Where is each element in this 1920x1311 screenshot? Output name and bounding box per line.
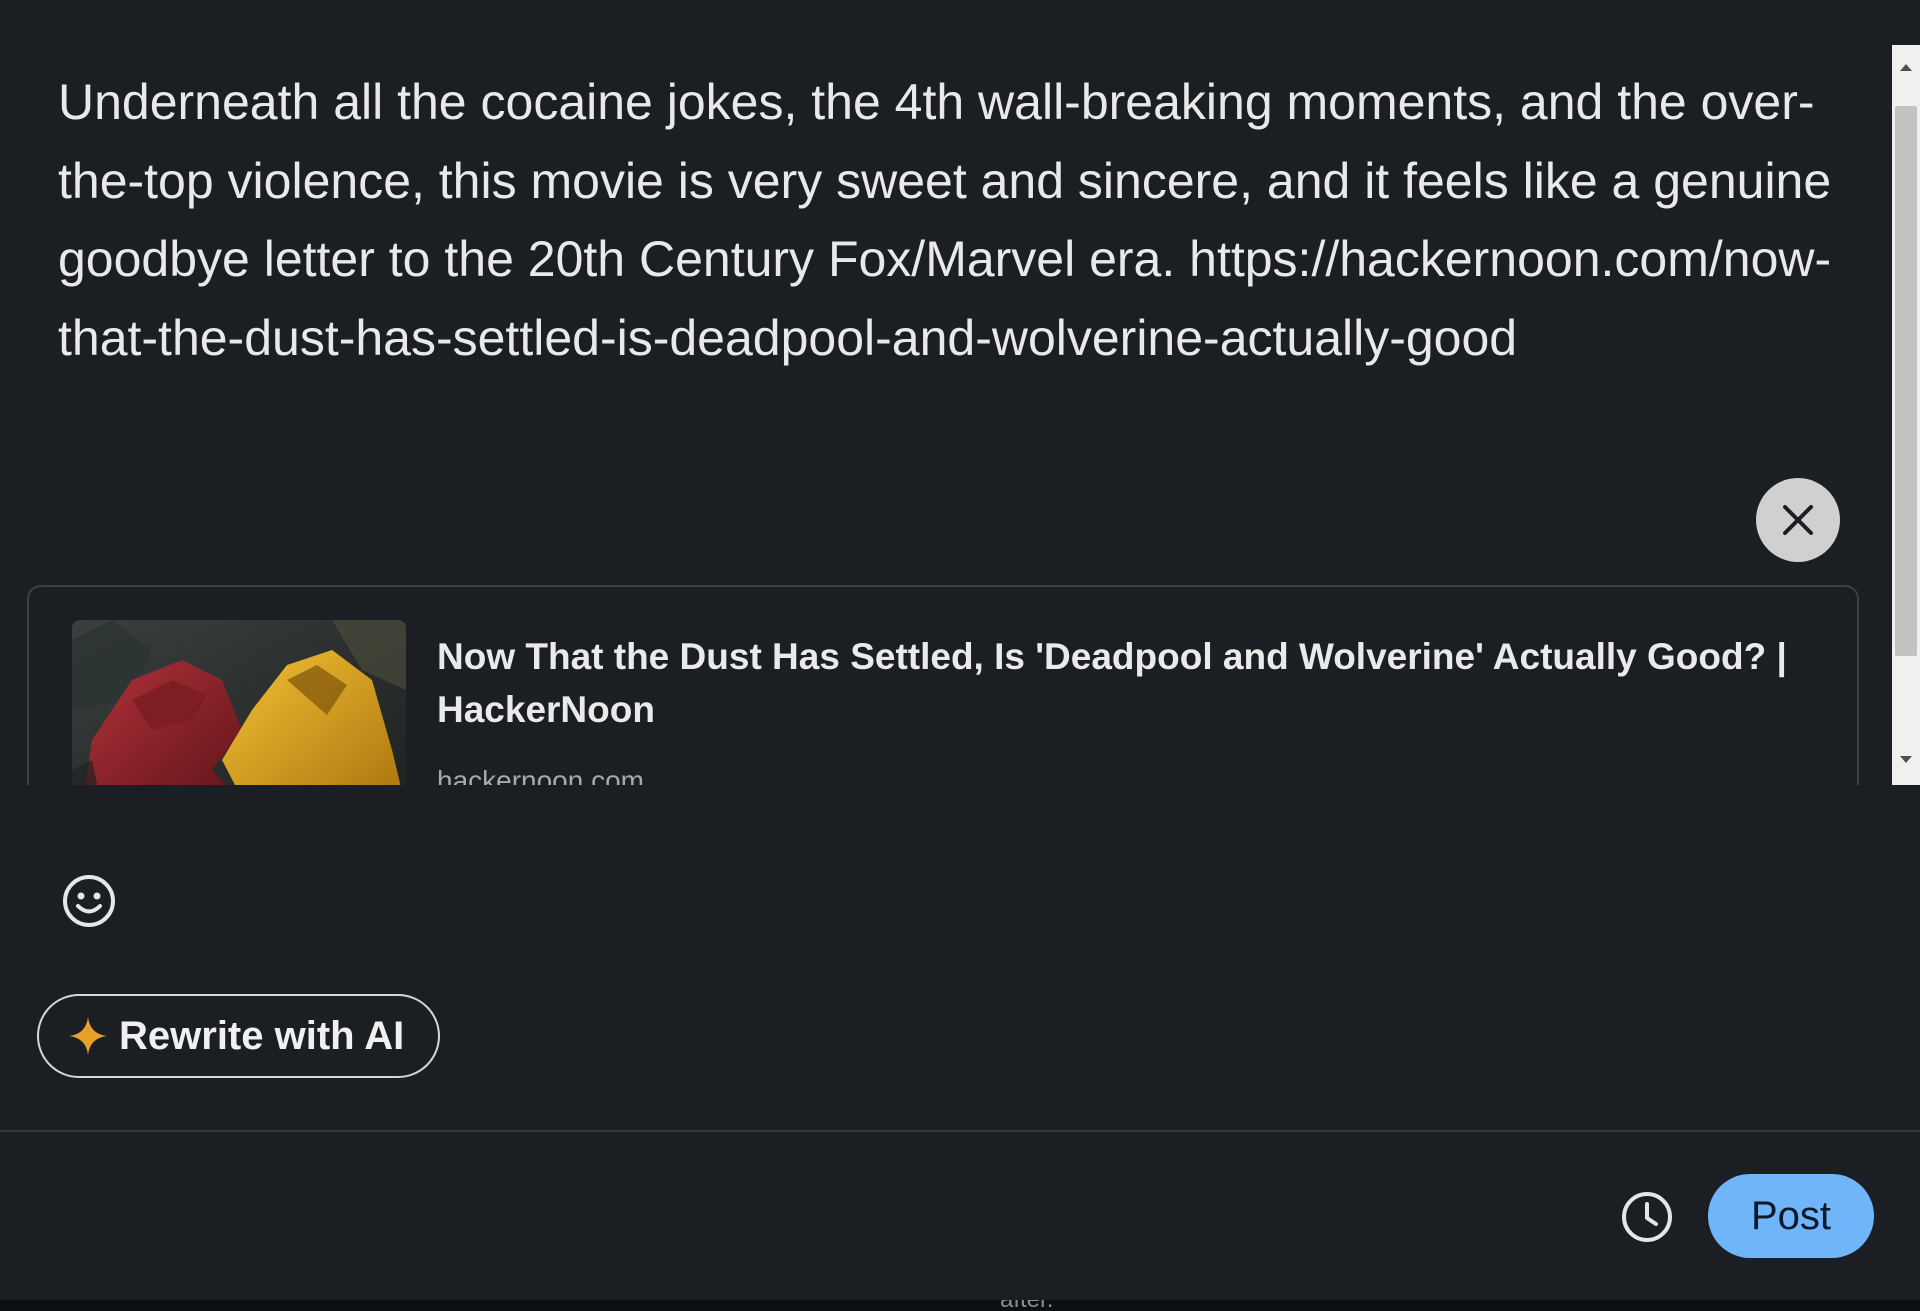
scrollbar-thumb[interactable] xyxy=(1895,106,1917,656)
post-composer-dialog: Underneath all the cocaine jokes, the 4t… xyxy=(0,0,1920,1300)
background-peek-text: after. xyxy=(1000,1300,1053,1311)
schedule-post-button[interactable] xyxy=(1618,1188,1676,1246)
link-preview-card[interactable]: Now That the Dust Has Settled, Is 'Deadp… xyxy=(27,585,1859,785)
link-preview-title: Now That the Dust Has Settled, Is 'Deadp… xyxy=(437,636,1787,730)
rewrite-with-ai-label: Rewrite with AI xyxy=(119,1013,405,1058)
close-icon xyxy=(1783,505,1813,535)
clock-icon xyxy=(1622,1192,1672,1242)
post-text[interactable]: Underneath all the cocaine jokes, the 4t… xyxy=(58,63,1848,377)
link-preview-domain: hackernoon.com xyxy=(437,765,645,785)
emoji-button[interactable] xyxy=(58,870,120,932)
smiley-icon xyxy=(63,875,115,927)
deadpool-wolverine-heart-hands-image xyxy=(72,620,406,785)
background-page-peek: after. xyxy=(0,1300,1920,1311)
sparkle-icon xyxy=(69,1017,107,1055)
link-preview-thumbnail xyxy=(72,620,406,785)
post-button[interactable]: Post xyxy=(1708,1174,1874,1258)
scroll-up-arrow-icon[interactable] xyxy=(1892,55,1920,79)
remove-link-preview-button[interactable] xyxy=(1756,478,1840,562)
post-editor[interactable]: Underneath all the cocaine jokes, the 4t… xyxy=(0,45,1892,785)
rewrite-with-ai-button[interactable]: Rewrite with AI xyxy=(37,994,440,1078)
scroll-down-arrow-icon[interactable] xyxy=(1892,748,1920,772)
footer-divider xyxy=(0,1130,1920,1132)
